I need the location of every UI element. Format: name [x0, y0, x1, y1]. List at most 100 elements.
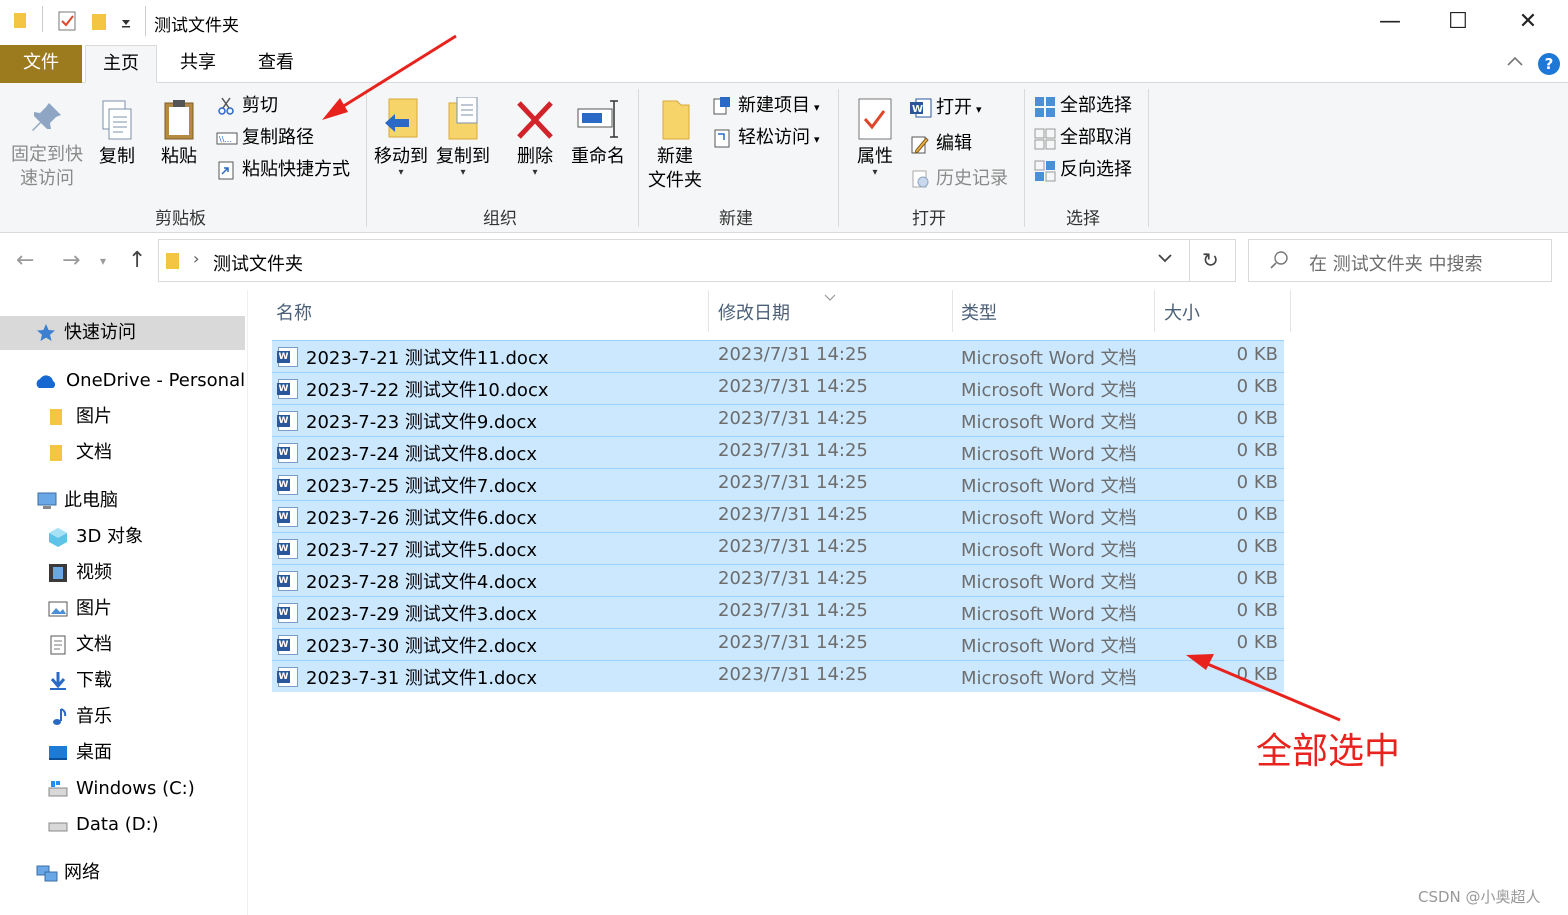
paste-button[interactable]: 粘贴 — [154, 97, 204, 169]
select-none-button[interactable]: 全部取消 — [1034, 124, 1132, 152]
column-divider[interactable] — [1290, 290, 1291, 332]
edit-pencil-icon — [910, 134, 930, 154]
move-to-button[interactable]: 移动到 ▾ — [372, 97, 430, 178]
sidebar-item-documents[interactable]: 文档 — [48, 628, 112, 662]
pin-icon — [25, 97, 69, 145]
cloud-icon — [34, 369, 58, 389]
film-icon — [48, 561, 68, 582]
svg-text:W: W — [912, 104, 923, 115]
sidebar-item-music[interactable]: 音乐 — [48, 700, 112, 734]
pin-label: 固定到快 — [11, 144, 83, 165]
file-row[interactable]: 2023-7-27 测试文件5.docx 2023/7/31 14:25 Micro… — [272, 532, 1284, 564]
invert-selection-button[interactable]: 反向选择 — [1034, 156, 1132, 184]
paste-shortcut-button[interactable]: 粘贴快捷方式 — [216, 156, 350, 184]
maximize-button[interactable]: ☐ — [1438, 8, 1478, 36]
help-icon[interactable]: ? — [1538, 53, 1560, 75]
sidebar-item-od-pictures[interactable]: 图片 — [48, 400, 112, 434]
file-row[interactable]: 2023-7-21 测试文件11.docx 2023/7/31 14:25 Micr… — [272, 340, 1284, 372]
delete-button[interactable]: 删除 ▾ — [510, 97, 560, 178]
history-button[interactable]: 历史记录 — [910, 165, 1008, 193]
sidebar-item-desktop[interactable]: 桌面 — [48, 736, 112, 770]
file-row[interactable]: 2023-7-31 测试文件1.docx 2023/7/31 14:25 Micro… — [272, 660, 1284, 692]
cut-button[interactable]: 剪切 — [216, 92, 278, 120]
collapse-ribbon-chevron-icon[interactable] — [1505, 53, 1525, 74]
easy-access-icon — [712, 128, 732, 148]
new-folder-button[interactable]: 新建 文件夹 — [646, 97, 704, 193]
back-arrow-icon[interactable]: ← — [16, 248, 34, 273]
file-row[interactable]: 2023-7-29 测试文件3.docx 2023/7/31 14:25 Micro… — [272, 596, 1284, 628]
sidebar-item-videos[interactable]: 视频 — [48, 556, 112, 590]
column-divider[interactable] — [1154, 290, 1155, 332]
file-row[interactable]: 2023-7-25 测试文件7.docx 2023/7/31 14:25 Micro… — [272, 468, 1284, 500]
sidebar-item-downloads[interactable]: 下载 — [48, 664, 112, 698]
easy-access-button[interactable]: 轻松访问 ▾ — [712, 124, 820, 152]
file-date: 2023/7/31 14:25 — [718, 504, 868, 525]
tab-home[interactable]: 主页 — [85, 45, 157, 83]
select-all-button[interactable]: 全部选择 — [1034, 92, 1132, 120]
sidebar-item-od-documents[interactable]: 文档 — [48, 436, 112, 470]
sidebar-item-network[interactable]: 网络 — [36, 856, 100, 890]
column-divider[interactable] — [952, 290, 953, 332]
sidebar-label: 下载 — [76, 670, 112, 691]
pin-to-quick-access-button[interactable]: 固定到快 速访问 — [6, 97, 88, 191]
open-button[interactable]: W 打开 ▾ — [910, 94, 982, 122]
copy-button[interactable]: 复制 — [92, 97, 142, 169]
group-divider — [838, 89, 839, 227]
properties-button[interactable]: 属性 ▾ — [848, 97, 902, 178]
customize-toolbar-chevron-icon[interactable] — [120, 14, 132, 32]
file-row[interactable]: 2023-7-26 测试文件6.docx 2023/7/31 14:25 Micro… — [272, 500, 1284, 532]
sidebar-item-onedrive[interactable]: OneDrive - Personal — [34, 364, 245, 398]
new-item-icon — [712, 96, 732, 116]
breadcrumb-current[interactable]: 测试文件夹 — [213, 250, 303, 276]
column-header-date[interactable]: 修改日期 — [718, 299, 790, 325]
copy-path-button[interactable]: \\... 复制路径 — [216, 124, 314, 152]
sidebar-item-drive-c[interactable]: Windows (C:) — [48, 772, 195, 806]
column-header-name[interactable]: 名称 — [276, 299, 312, 325]
address-bar[interactable]: › 测试文件夹 ↻ — [158, 239, 1236, 282]
copy-icon — [95, 97, 139, 145]
minimize-button[interactable]: — — [1370, 8, 1410, 36]
new-folder-quick-icon[interactable] — [90, 10, 108, 36]
search-box[interactable]: 在 测试文件夹 中搜索 — [1248, 239, 1552, 282]
open-group-label: 打开 — [912, 209, 946, 229]
column-divider[interactable] — [708, 290, 709, 332]
properties-icon — [853, 97, 897, 145]
rename-button[interactable]: 重命名 — [568, 97, 628, 169]
file-row[interactable]: 2023-7-23 测试文件9.docx 2023/7/31 14:25 Micro… — [272, 404, 1284, 436]
file-row[interactable]: 2023-7-24 测试文件8.docx 2023/7/31 14:25 Micro… — [272, 436, 1284, 468]
file-type: Microsoft Word 文档 — [961, 412, 1137, 433]
refresh-icon[interactable]: ↻ — [1202, 248, 1219, 272]
file-row[interactable]: 2023-7-22 测试文件10.docx 2023/7/31 14:25 Micr… — [272, 372, 1284, 404]
group-divider — [638, 89, 639, 227]
file-row[interactable]: 2023-7-28 测试文件4.docx 2023/7/31 14:25 Micro… — [272, 564, 1284, 596]
address-dropdown-chevron-icon[interactable] — [1157, 250, 1173, 270]
file-type: Microsoft Word 文档 — [961, 508, 1137, 529]
edit-button[interactable]: 编辑 — [910, 130, 972, 158]
navigation-bar: ← → ▾ ↑ › 测试文件夹 ↻ 在 测试文件夹 中搜索 — [0, 236, 1568, 288]
column-header-type[interactable]: 类型 — [961, 299, 997, 325]
properties-quick-icon[interactable] — [56, 10, 78, 36]
new-item-button[interactable]: 新建项目 ▾ — [712, 92, 820, 120]
tab-view[interactable]: 查看 — [240, 45, 312, 83]
tab-share[interactable]: 共享 — [162, 45, 234, 83]
sidebar-item-quick-access[interactable]: 快速访问 — [0, 316, 245, 350]
sidebar-item-this-pc[interactable]: 此电脑 — [36, 484, 118, 518]
star-icon — [36, 321, 56, 341]
sidebar-label: 此电脑 — [64, 490, 118, 511]
sidebar-label: 3D 对象 — [76, 526, 144, 547]
file-row[interactable]: 2023-7-30 测试文件2.docx 2023/7/31 14:25 Micro… — [272, 628, 1284, 660]
sidebar-label: 图片 — [76, 406, 112, 427]
up-arrow-icon[interactable]: ↑ — [128, 248, 146, 273]
tab-file[interactable]: 文件 — [0, 45, 82, 83]
column-header-size[interactable]: 大小 — [1164, 299, 1200, 325]
sidebar-item-3d-objects[interactable]: 3D 对象 — [48, 520, 143, 554]
sidebar-item-pictures[interactable]: 图片 — [48, 592, 112, 626]
word-document-icon — [277, 507, 298, 527]
forward-arrow-icon[interactable]: → — [62, 248, 80, 273]
sidebar-item-drive-d[interactable]: Data (D:) — [48, 808, 159, 842]
svg-text:\\...: \\... — [219, 135, 232, 144]
recent-locations-chevron-icon[interactable]: ▾ — [100, 254, 106, 268]
close-button[interactable]: ✕ — [1508, 8, 1548, 36]
rename-icon — [576, 97, 620, 145]
copy-to-button[interactable]: 复制到 ▾ — [434, 96, 492, 178]
